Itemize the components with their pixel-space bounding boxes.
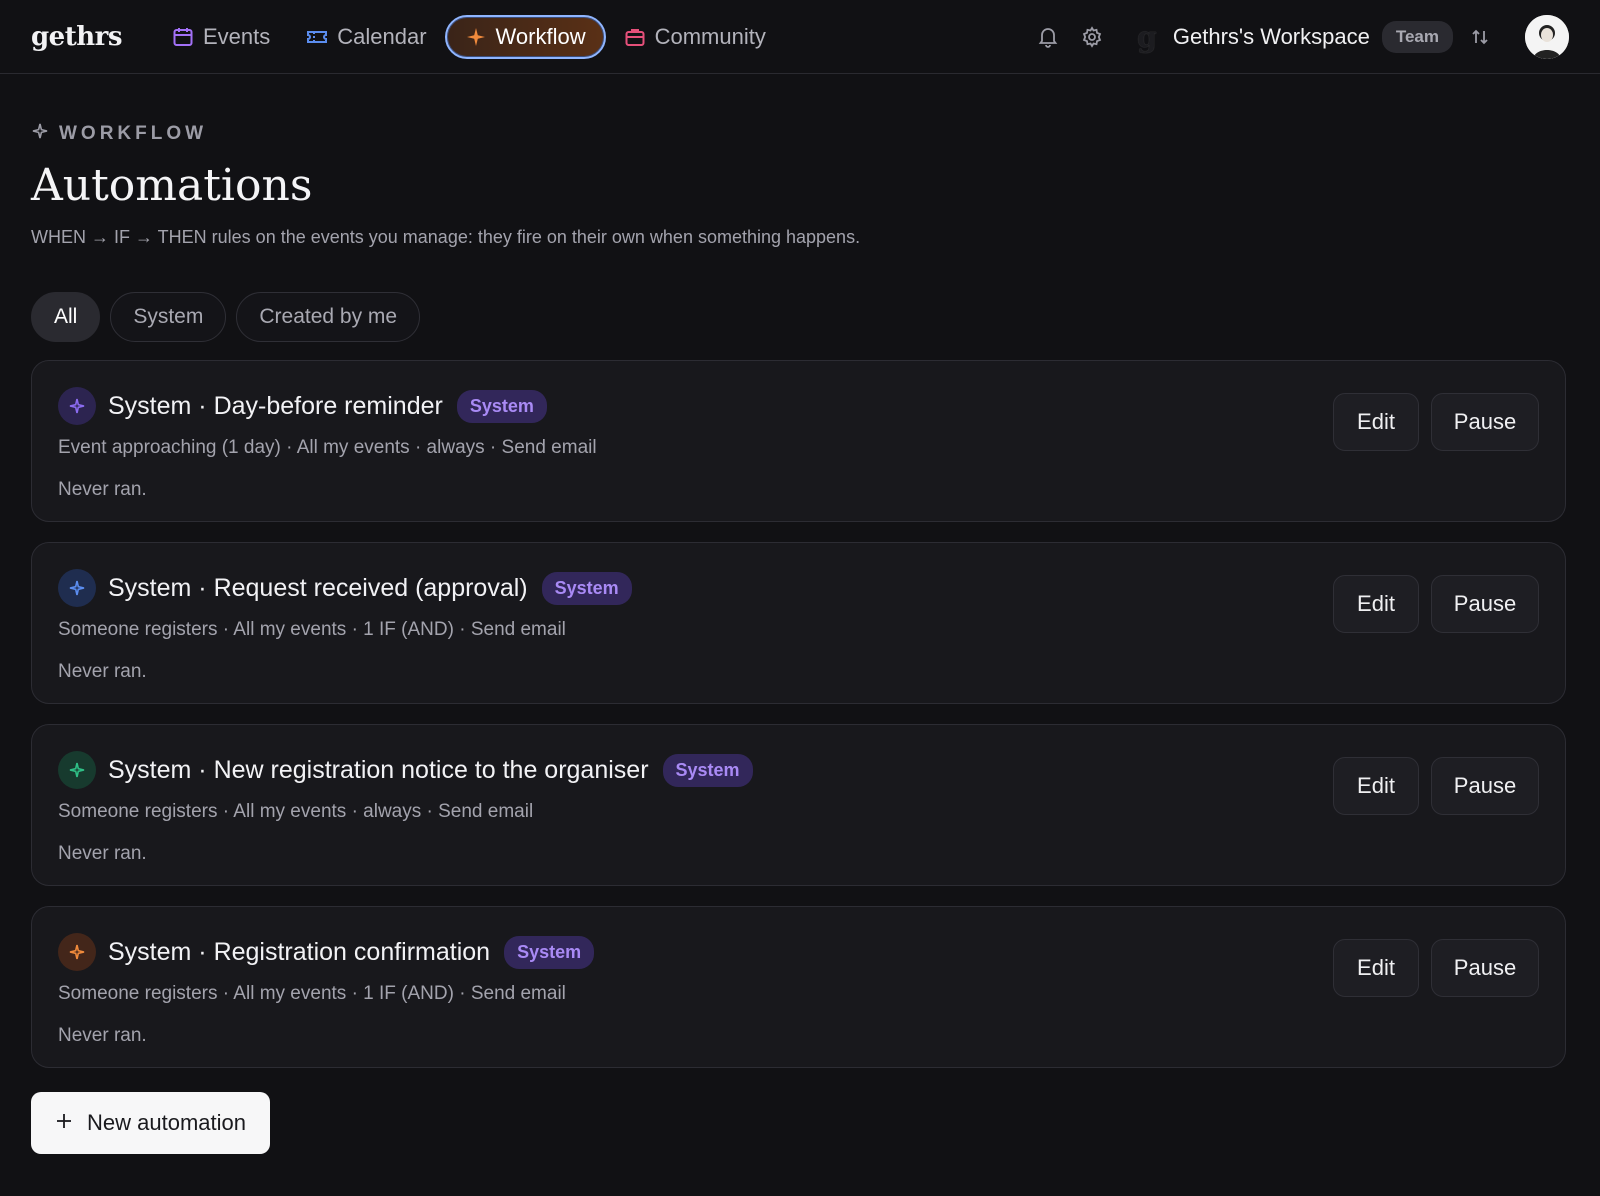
automation-rule-summary: Someone registers · All my events · alwa… xyxy=(58,801,534,822)
workspace-logo: g xyxy=(1137,20,1157,54)
system-badge: System xyxy=(541,571,632,605)
workspace-plan-badge: Team xyxy=(1381,21,1453,53)
top-right-controls: g Gethrs's Workspace Team xyxy=(1019,0,1569,74)
calendar-icon xyxy=(172,26,194,48)
nav-item-community[interactable]: Community xyxy=(606,15,784,59)
sparkle-icon xyxy=(58,933,96,971)
system-badge: System xyxy=(662,753,753,787)
filter-system[interactable]: System xyxy=(110,292,227,342)
automation-title: System · New registration notice to the … xyxy=(108,755,649,784)
nav-item-events[interactable]: Events xyxy=(154,15,288,59)
gear-icon[interactable] xyxy=(1077,22,1107,52)
edit-button[interactable]: Edit xyxy=(1333,939,1419,997)
app-logo[interactable]: gethrs xyxy=(31,22,122,52)
pause-button[interactable]: Pause xyxy=(1431,939,1539,997)
plus-icon xyxy=(55,1110,73,1136)
automation-card: System · Day-before reminder System Even… xyxy=(31,360,1566,522)
sparkle-icon xyxy=(31,122,49,146)
edit-button[interactable]: Edit xyxy=(1333,575,1419,633)
briefcase-icon xyxy=(624,26,646,48)
automation-run-status: Never ran. xyxy=(58,1025,147,1046)
workspace-name[interactable]: Gethrs's Workspace xyxy=(1173,24,1370,50)
nav-item-label: Events xyxy=(202,23,271,49)
switch-workspace-icon[interactable] xyxy=(1465,22,1495,52)
nav-item-label: Community xyxy=(654,23,766,49)
automation-title: System · Day-before reminder xyxy=(108,391,443,420)
pause-button[interactable]: Pause xyxy=(1431,575,1539,633)
bell-icon[interactable] xyxy=(1033,22,1063,52)
filter-all[interactable]: All xyxy=(31,292,101,342)
nav-item-calendar[interactable]: Calendar xyxy=(288,15,444,59)
automation-rule-summary: Event approaching (1 day) · All my event… xyxy=(58,437,597,458)
page-subtitle: WHEN → IF → THEN rules on the events you… xyxy=(31,227,861,247)
automation-title: System · Request received (approval) xyxy=(108,573,528,602)
automation-card: System · Request received (approval) Sys… xyxy=(31,542,1566,704)
main-content: WORKFLOW Automations WHEN → IF → THEN ru… xyxy=(0,122,1600,1154)
automation-card: System · New registration notice to the … xyxy=(31,724,1566,886)
main-nav: Events Calendar Workflow Community xyxy=(154,14,784,59)
system-badge: System xyxy=(504,935,595,969)
sparkle-icon xyxy=(465,26,487,48)
pause-button[interactable]: Pause xyxy=(1431,757,1539,815)
automation-rule-summary: Someone registers · All my events · 1 IF… xyxy=(58,619,566,640)
filter-created-by-me[interactable]: Created by me xyxy=(236,292,421,342)
sparkle-icon xyxy=(58,569,96,607)
automation-card: System · Registration confirmation Syste… xyxy=(31,906,1566,1068)
automation-run-status: Never ran. xyxy=(58,479,147,500)
new-automation-button[interactable]: New automation xyxy=(31,1092,270,1154)
system-badge: System xyxy=(456,389,547,423)
ticket-icon xyxy=(306,26,328,48)
automation-run-status: Never ran. xyxy=(58,661,147,682)
pause-button[interactable]: Pause xyxy=(1431,393,1539,451)
edit-button[interactable]: Edit xyxy=(1333,393,1419,451)
eyebrow-label: WORKFLOW xyxy=(59,123,208,144)
automation-list: System · Day-before reminder System Even… xyxy=(31,360,1566,1068)
user-avatar[interactable] xyxy=(1525,15,1569,59)
sparkle-icon xyxy=(58,751,96,789)
automation-title: System · Registration confirmation xyxy=(108,937,491,966)
top-nav-bar: gethrs Events Calendar Workflow Communit… xyxy=(0,0,1600,74)
nav-item-workflow[interactable]: Workflow xyxy=(444,14,606,59)
automation-rule-summary: Someone registers · All my events · 1 IF… xyxy=(58,983,566,1004)
nav-item-label: Workflow xyxy=(495,23,586,49)
new-automation-label: New automation xyxy=(87,1110,246,1135)
edit-button[interactable]: Edit xyxy=(1333,757,1419,815)
filter-chips: All System Created by me xyxy=(31,292,1569,342)
sparkle-icon xyxy=(58,387,96,425)
nav-item-label: Calendar xyxy=(337,23,427,49)
automation-run-status: Never ran. xyxy=(58,843,147,864)
page-title: Automations xyxy=(31,160,313,211)
section-eyebrow: WORKFLOW xyxy=(31,122,1569,146)
